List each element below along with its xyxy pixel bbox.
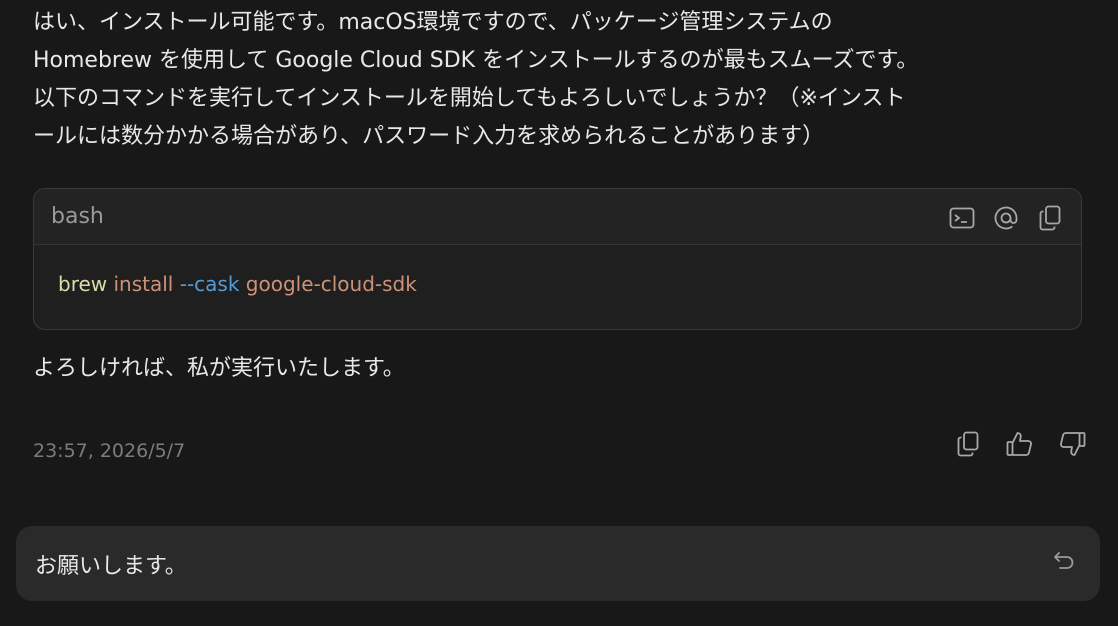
message-actions (952, 428, 1088, 460)
code-flag: --cask (179, 272, 240, 296)
copy-icon[interactable] (952, 428, 984, 460)
thumbs-down-icon[interactable] (1056, 428, 1088, 460)
code-line: brew install --cask google-cloud-sdk (58, 272, 417, 296)
message-line: 以下のコマンドを実行してインストールを開始してもよろしいでしょうか？（※インスト (33, 86, 906, 111)
code-command: brew (58, 272, 108, 296)
message-line: はい、インストール可能です。macOS環境ですので、パッケージ管理システムの (33, 10, 833, 35)
copy-icon[interactable] (1035, 203, 1065, 233)
terminal-icon[interactable] (947, 203, 977, 233)
message-timestamp: 23:57, 2026/5/7 (33, 440, 186, 462)
assistant-message: はい、インストール可能です。macOS環境ですので、パッケージ管理システムの H… (33, 4, 1093, 156)
at-sign-icon[interactable] (991, 203, 1021, 233)
code-block: bash brew install --cask google-cloud-sd… (33, 188, 1082, 330)
undo-icon[interactable] (1050, 547, 1078, 575)
message-line: Homebrew を使用して Google Cloud SDK をインストールす… (33, 48, 919, 73)
code-package: google-cloud-sdk (245, 272, 417, 296)
code-block-header: bash (34, 189, 1081, 245)
code-language-label: bash (51, 204, 104, 229)
user-message-text: お願いします。 (35, 554, 187, 579)
code-subcommand: install (113, 272, 174, 296)
code-block-toolbar (947, 203, 1065, 233)
user-message-bubble[interactable]: お願いします。 (16, 526, 1100, 601)
thumbs-up-icon[interactable] (1004, 428, 1036, 460)
message-followup: よろしければ、私が実行いたします。 (33, 356, 405, 381)
message-line: ールには数分かかる場合があり、パスワード入力を求められることがあります） (33, 124, 825, 149)
